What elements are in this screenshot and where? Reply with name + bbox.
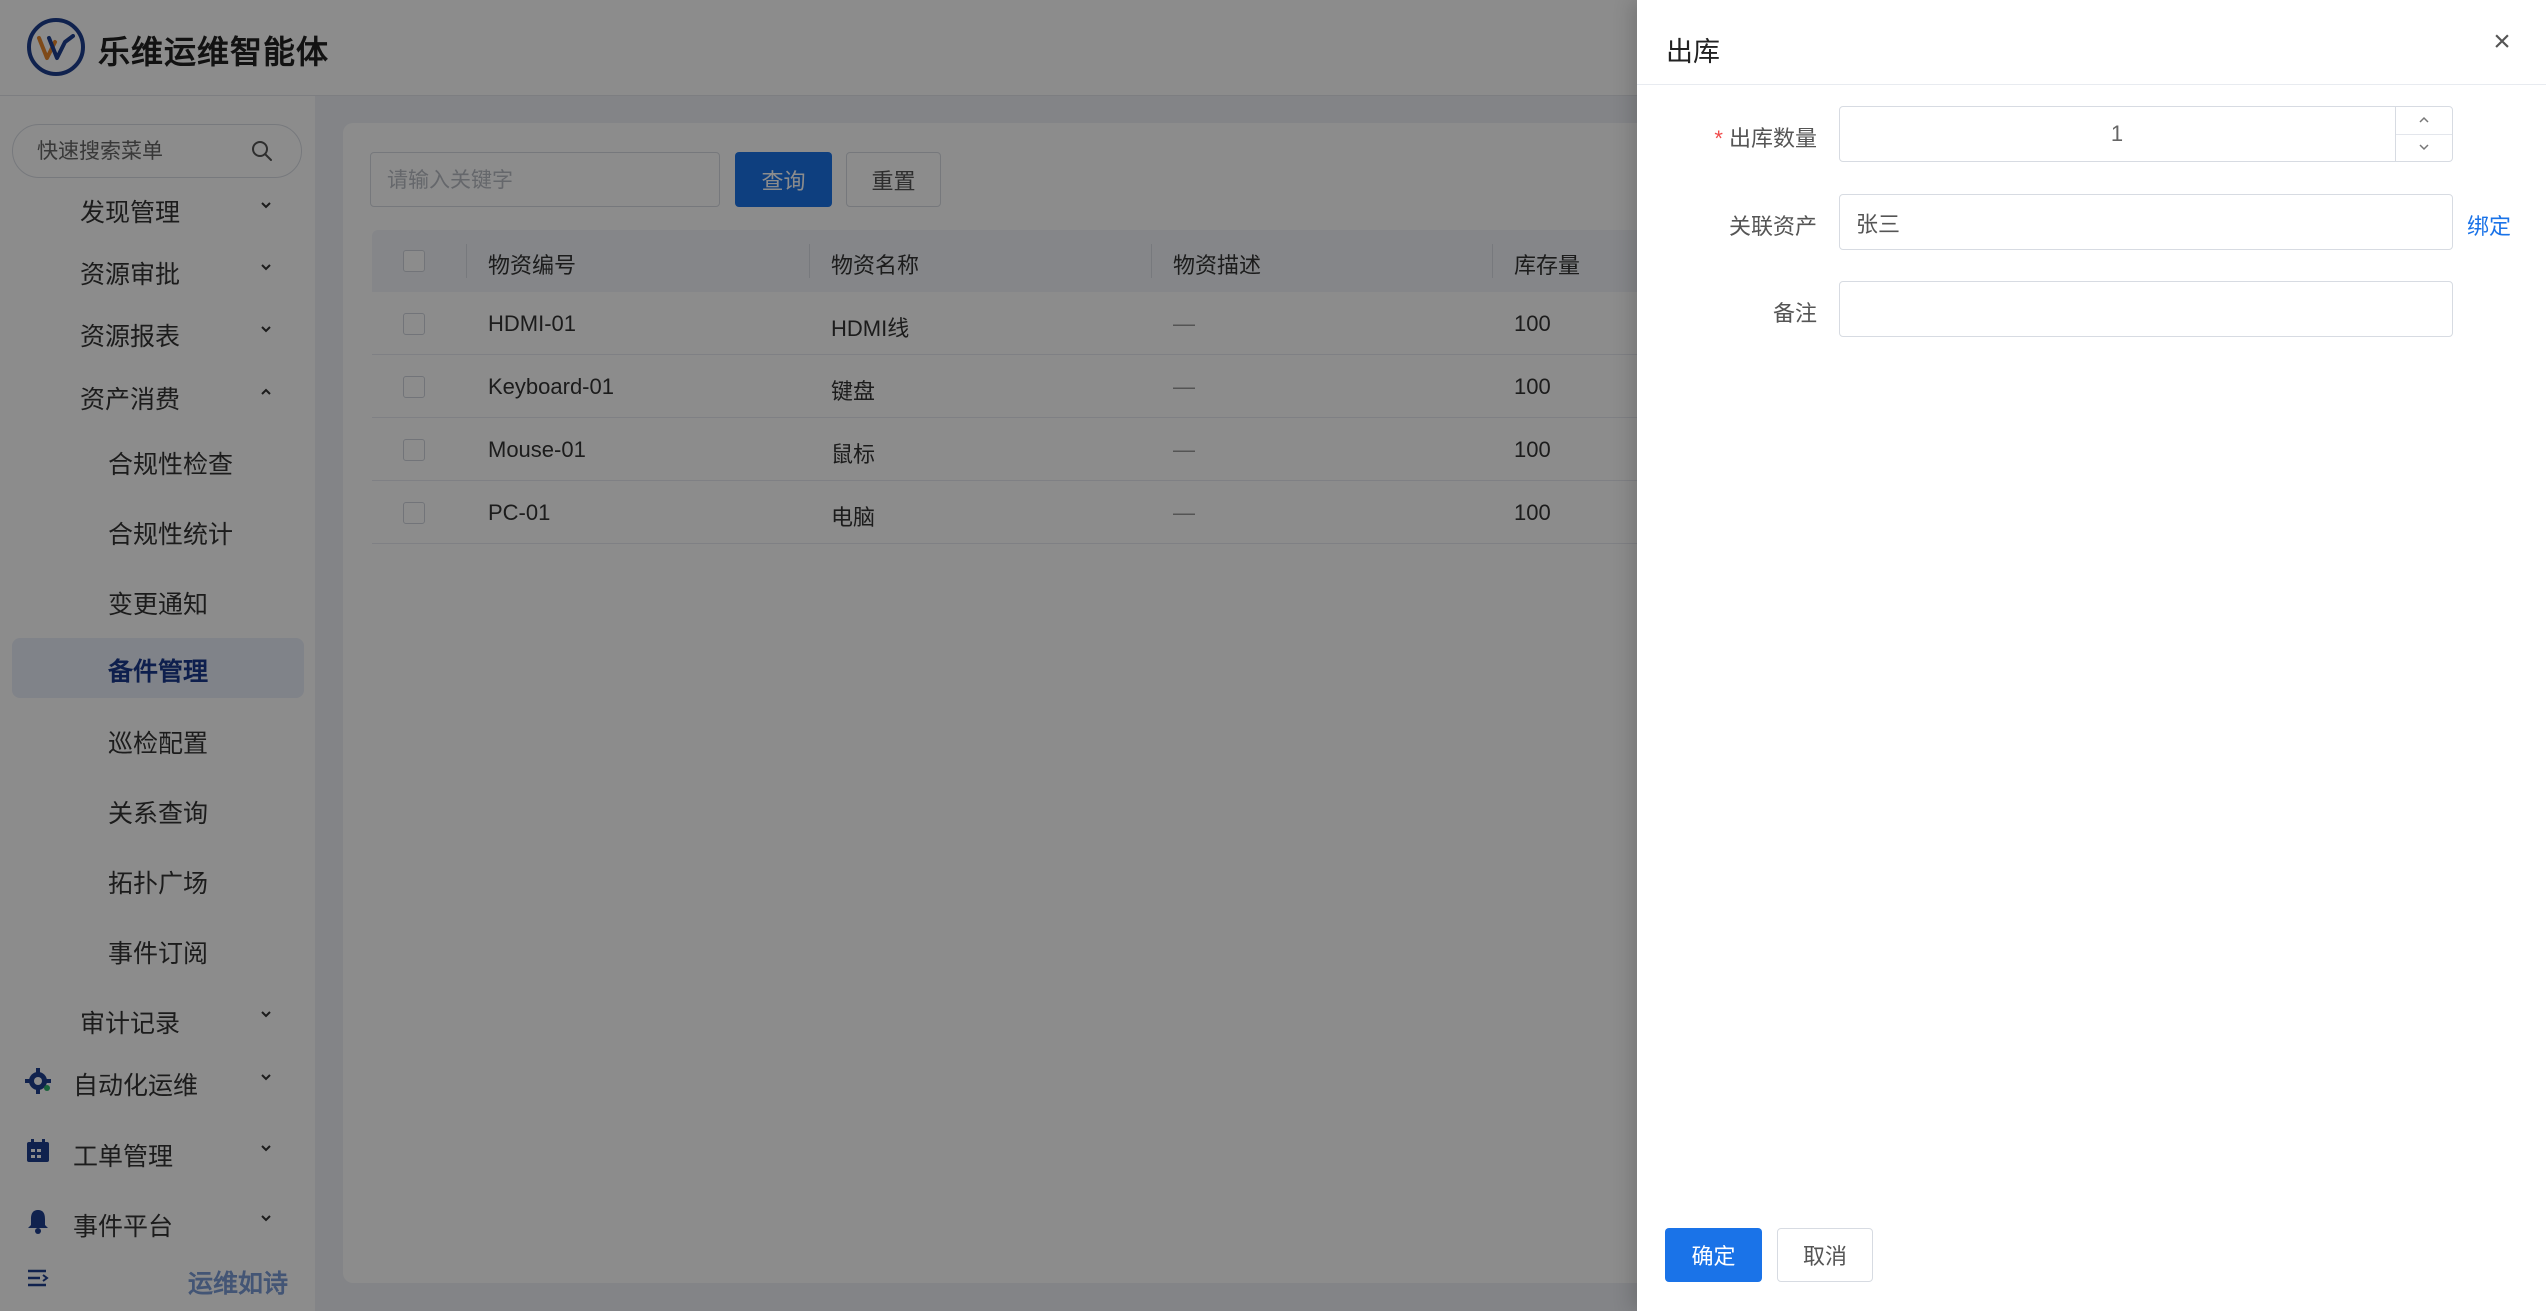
quantity-stepper[interactable]: 1 (1839, 106, 2453, 162)
bind-asset-link[interactable]: 绑定 (2467, 209, 2511, 241)
chevron-down-icon (2419, 144, 2429, 151)
remark-input[interactable] (1854, 294, 2438, 326)
quantity-value[interactable]: 1 (1840, 107, 2394, 161)
drawer-divider (1637, 84, 2546, 85)
quantity-label: * 出库数量 (1714, 126, 1817, 151)
stock-out-drawer: 出库 × *出库数量 1 关联资产 绑定 备注 确定 取消 (1637, 0, 2546, 1311)
asset-field[interactable] (1839, 194, 2453, 250)
stepper-controls (2395, 107, 2452, 161)
required-mark: * (1714, 126, 1723, 151)
remark-label: 备注 (1772, 301, 1817, 326)
confirm-button[interactable]: 确定 (1665, 1228, 1762, 1282)
close-icon[interactable]: × (2488, 27, 2516, 57)
decrement-button[interactable] (2396, 134, 2452, 161)
drawer-title: 出库 (1666, 37, 1720, 67)
chevron-up-icon (2419, 116, 2429, 123)
asset-label: 关联资产 (1728, 214, 1817, 239)
remark-field[interactable] (1839, 281, 2453, 337)
increment-button[interactable] (2396, 107, 2452, 135)
cancel-button[interactable]: 取消 (1777, 1228, 1873, 1282)
asset-input[interactable] (1854, 207, 2438, 239)
